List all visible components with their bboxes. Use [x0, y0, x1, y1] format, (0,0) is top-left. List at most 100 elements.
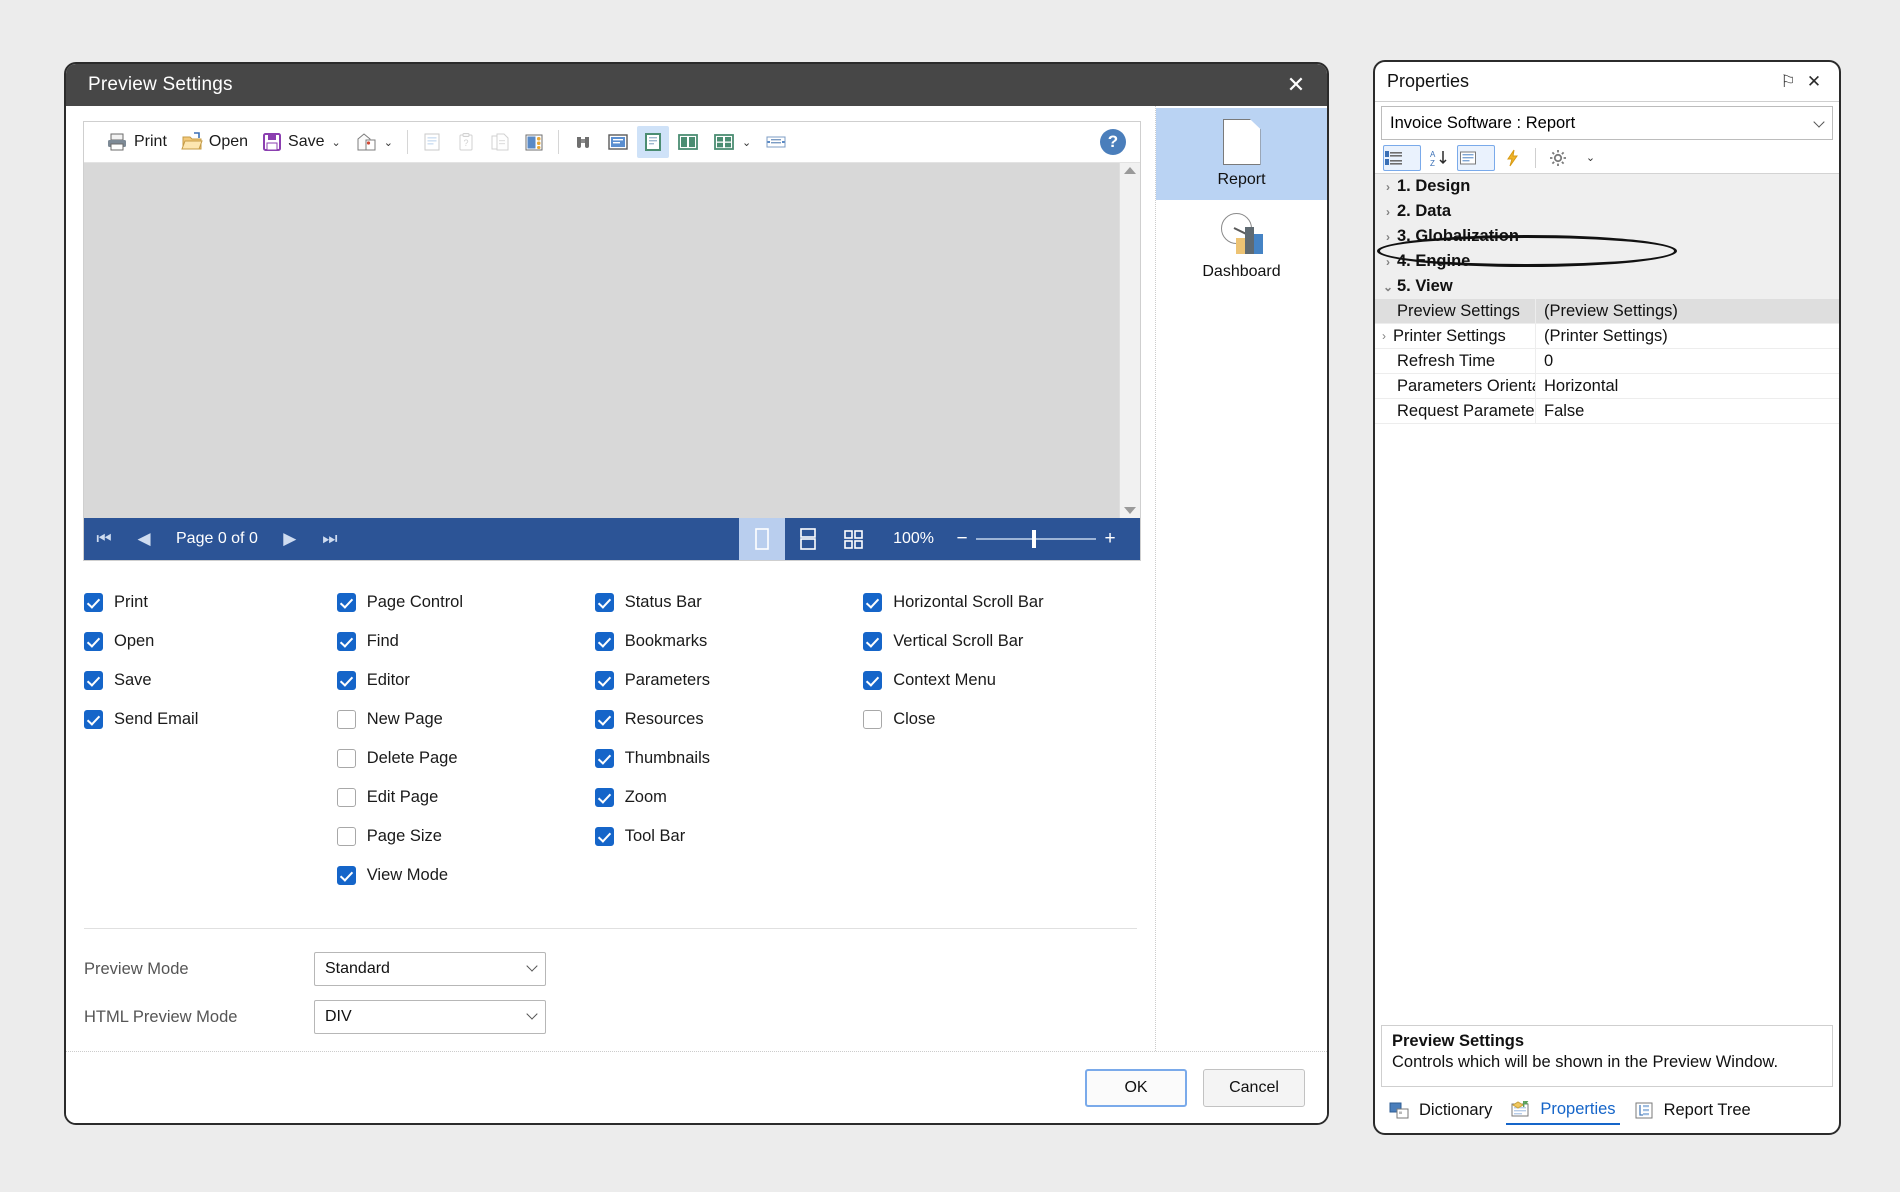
property-row-request-parameters[interactable]: Request Parameters False: [1375, 399, 1839, 424]
checkbox-indicator[interactable]: [84, 593, 103, 612]
checkbox-indicator[interactable]: [84, 671, 103, 690]
property-value[interactable]: Horizontal: [1535, 374, 1839, 398]
tab-dictionary[interactable]: Dictionary: [1385, 1097, 1496, 1124]
property-row-printer-settings[interactable]: › Printer Settings (Printer Settings): [1375, 324, 1839, 349]
events-button[interactable]: [1499, 145, 1527, 171]
settings-dropdown-button[interactable]: ⌄: [1576, 145, 1604, 171]
cancel-button[interactable]: Cancel: [1203, 1068, 1305, 1107]
checkbox-indicator[interactable]: [336, 632, 356, 651]
checkbox-indicator[interactable]: [336, 749, 356, 768]
category-data[interactable]: › 2. Data: [1375, 199, 1839, 224]
chevron-right-icon[interactable]: ›: [1379, 255, 1397, 269]
rail-item-report[interactable]: Report: [1156, 108, 1327, 200]
toolbar-find-button[interactable]: [567, 126, 599, 158]
zoom-in-button[interactable]: +: [1096, 528, 1124, 550]
checkbox-context-menu[interactable]: Context Menu: [863, 661, 1126, 700]
checkbox-resources[interactable]: Resources: [594, 700, 864, 739]
toolbar-open-button[interactable]: Open: [175, 126, 254, 158]
checkbox-view-mode[interactable]: View Mode: [336, 856, 595, 895]
toolbar-export-button[interactable]: ⌄: [349, 126, 399, 158]
checkbox-print[interactable]: Print: [84, 583, 337, 622]
chevron-down-icon[interactable]: ⌄: [332, 136, 341, 149]
checkbox-status-bar[interactable]: Status Bar: [594, 583, 864, 622]
toolbar-bookmarks-button[interactable]: [518, 126, 550, 158]
viewmode-multipage-button[interactable]: [831, 518, 877, 560]
checkbox-edit-page[interactable]: Edit Page: [336, 778, 595, 817]
checkbox-thumbnails[interactable]: Thumbnails: [594, 739, 864, 778]
chevron-right-icon[interactable]: ›: [1379, 180, 1397, 194]
toolbar-save-button[interactable]: Save ⌄: [256, 126, 347, 158]
property-row-parameters-orientation[interactable]: Parameters Orientation Horizontal: [1375, 374, 1839, 399]
checkbox-editor[interactable]: Editor: [336, 661, 595, 700]
toolbar-view-single-button[interactable]: [601, 126, 635, 158]
vertical-scrollbar[interactable]: [1119, 163, 1140, 518]
chevron-right-icon[interactable]: ›: [1375, 329, 1393, 343]
property-value[interactable]: (Preview Settings): [1535, 299, 1839, 323]
category-design[interactable]: › 1. Design: [1375, 174, 1839, 199]
toolbar-clipboard-button[interactable]: ?: [450, 126, 482, 158]
next-page-icon[interactable]: ▶: [270, 518, 310, 560]
checkbox-indicator[interactable]: [84, 632, 103, 651]
alphabetical-sort-button[interactable]: A Z: [1425, 145, 1453, 171]
first-page-icon[interactable]: ⏮: [84, 518, 124, 560]
help-icon[interactable]: ?: [1100, 129, 1126, 155]
checkbox-send-email[interactable]: Send Email: [84, 700, 337, 739]
preview-mode-select[interactable]: Standard: [314, 952, 546, 986]
object-selector[interactable]: Invoice Software : Report: [1381, 106, 1833, 140]
checkbox-indicator[interactable]: [336, 593, 356, 612]
checkbox-zoom[interactable]: Zoom: [594, 778, 864, 817]
property-value[interactable]: False: [1535, 399, 1839, 423]
checkbox-tool-bar[interactable]: Tool Bar: [594, 817, 864, 856]
settings-button[interactable]: [1544, 145, 1572, 171]
zoom-slider[interactable]: [976, 518, 1096, 560]
toolbar-print-button[interactable]: Print: [100, 126, 173, 158]
pin-icon[interactable]: ⚐: [1775, 69, 1801, 95]
close-icon[interactable]: ✕: [1801, 69, 1827, 95]
chevron-right-icon[interactable]: ›: [1379, 230, 1397, 244]
property-pages-button[interactable]: [1457, 144, 1495, 171]
close-icon[interactable]: ✕: [1273, 66, 1319, 104]
category-globalization[interactable]: › 3. Globalization: [1375, 224, 1839, 249]
zoom-slider-thumb[interactable]: [1032, 530, 1036, 548]
checkbox-page-size[interactable]: Page Size: [336, 817, 595, 856]
chevron-right-icon[interactable]: ›: [1379, 205, 1397, 219]
checkbox-horizontal-scroll-bar[interactable]: Horizontal Scroll Bar: [863, 583, 1126, 622]
toolbar-copy-page-button[interactable]: [484, 126, 516, 158]
html-preview-mode-select[interactable]: DIV: [314, 1000, 546, 1034]
checkbox-indicator[interactable]: [863, 632, 883, 651]
viewmode-continuous-button[interactable]: [785, 518, 831, 560]
checkbox-indicator[interactable]: [594, 827, 614, 846]
checkbox-indicator[interactable]: [863, 710, 883, 729]
category-engine[interactable]: › 4. Engine: [1375, 249, 1839, 274]
checkbox-open[interactable]: Open: [84, 622, 337, 661]
checkbox-indicator[interactable]: [863, 671, 883, 690]
checkbox-indicator[interactable]: [594, 710, 614, 729]
tab-report-tree[interactable]: Report Tree: [1630, 1097, 1755, 1124]
checkbox-indicator[interactable]: [863, 593, 883, 612]
checkbox-find[interactable]: Find: [336, 622, 595, 661]
property-value[interactable]: 0: [1535, 349, 1839, 373]
scroll-up-arrow-icon[interactable]: [1124, 167, 1136, 174]
property-value[interactable]: (Printer Settings): [1535, 324, 1839, 348]
property-row-preview-settings[interactable]: Preview Settings (Preview Settings): [1375, 299, 1839, 324]
checkbox-indicator[interactable]: [594, 749, 614, 768]
chevron-down-icon[interactable]: ⌄: [1379, 280, 1397, 294]
checkbox-indicator[interactable]: [594, 788, 614, 807]
checkbox-indicator[interactable]: [594, 671, 614, 690]
tab-properties[interactable]: Properties: [1506, 1096, 1620, 1125]
checkbox-indicator[interactable]: [336, 827, 356, 846]
checkbox-indicator[interactable]: [84, 710, 103, 729]
checkbox-indicator[interactable]: [594, 593, 614, 612]
zoom-out-button[interactable]: −: [948, 528, 976, 550]
toolbar-view-page-button[interactable]: [636, 126, 669, 158]
last-page-icon[interactable]: ⏭: [310, 518, 350, 560]
checkbox-indicator[interactable]: [336, 710, 356, 729]
checkbox-bookmarks[interactable]: Bookmarks: [594, 622, 864, 661]
checkbox-indicator[interactable]: [336, 788, 356, 807]
checkbox-close[interactable]: Close: [863, 700, 1126, 739]
checkbox-page-control[interactable]: Page Control: [336, 583, 595, 622]
checkbox-new-page[interactable]: New Page: [336, 700, 595, 739]
property-row-refresh-time[interactable]: Refresh Time 0: [1375, 349, 1839, 374]
previous-page-icon[interactable]: ◀: [124, 518, 164, 560]
scroll-down-arrow-icon[interactable]: [1124, 507, 1136, 514]
